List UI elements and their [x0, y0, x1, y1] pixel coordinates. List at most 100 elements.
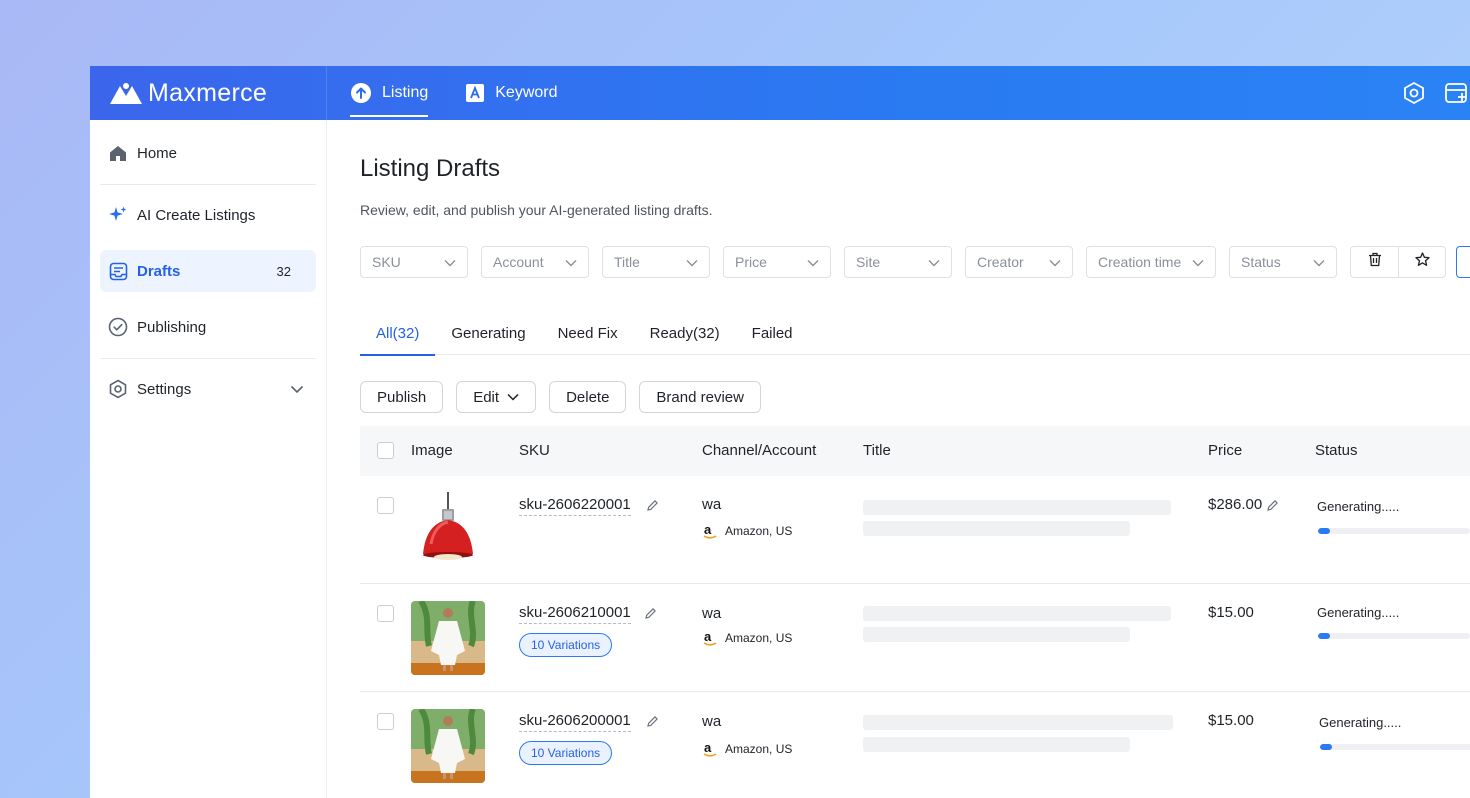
status-text: Generating.....	[1317, 605, 1400, 620]
edit-pencil-icon[interactable]	[646, 499, 659, 512]
product-image	[411, 709, 485, 783]
table-row[interactable]: sku-2606200001 10 Variations wa a Amazon…	[360, 692, 1470, 798]
tab-all[interactable]: All(32)	[360, 325, 436, 356]
channel-label: Amazon, US	[725, 742, 793, 756]
title-loading-skeleton	[863, 627, 1130, 642]
filter-site[interactable]: Site	[844, 246, 952, 278]
filter-label: Creation time	[1098, 254, 1182, 270]
brand-logo[interactable]: Maxmerce	[90, 66, 327, 120]
progress-fill	[1318, 528, 1331, 534]
select-all-checkbox[interactable]	[377, 442, 394, 459]
publish-button[interactable]: Publish	[360, 381, 444, 413]
title-loading-skeleton	[863, 500, 1171, 515]
trash-icon	[1368, 252, 1382, 272]
table-row[interactable]: sku-2606210001 10 Variations wa a Amazon…	[360, 584, 1470, 692]
filter-creation-time[interactable]: Creation time	[1086, 246, 1216, 278]
channel-info: a Amazon, US	[702, 523, 792, 539]
edit-label: Edit	[473, 388, 500, 406]
sku-link[interactable]: sku-2606210001	[519, 604, 631, 624]
filter-label: Price	[735, 254, 767, 270]
top-bar: Maxmerce Listing Keyword	[90, 66, 1470, 120]
title-loading-skeleton	[863, 521, 1130, 536]
keyword-icon	[465, 83, 485, 103]
sidebar-item-label: Publishing	[137, 318, 207, 336]
account-name: wa	[702, 605, 722, 622]
row-checkbox[interactable]	[377, 605, 394, 622]
chevron-down-icon[interactable]	[290, 385, 304, 394]
edit-dropdown-button[interactable]: Edit	[456, 381, 537, 413]
filter-sku[interactable]: SKU	[360, 246, 468, 278]
variations-badge[interactable]: 10 Variations	[519, 741, 613, 765]
generation-progress-bar	[1318, 528, 1470, 534]
settings-hex-icon[interactable]	[1402, 81, 1426, 105]
progress-fill	[1320, 744, 1333, 750]
filter-creator[interactable]: Creator	[965, 246, 1073, 278]
sidebar-item-drafts[interactable]: Drafts 32	[100, 250, 316, 292]
generation-progress-bar	[1320, 744, 1470, 750]
chevron-down-icon	[1192, 254, 1204, 270]
sidebar-item-label: AI Create Listings	[137, 206, 256, 224]
drafts-table: Image SKU Channel/Account Title Price St…	[360, 426, 1470, 798]
chevron-down-icon	[507, 393, 519, 401]
sidebar-item-label: Drafts	[137, 262, 181, 280]
chevron-down-icon	[1313, 254, 1325, 270]
upload-circle-icon	[350, 82, 372, 104]
variations-badge[interactable]: 10 Variations	[519, 633, 613, 657]
drafts-icon	[108, 261, 128, 281]
sku-link[interactable]: sku-2606200001	[519, 712, 631, 732]
page-subtitle: Review, edit, and publish your AI-genera…	[360, 202, 713, 218]
table-row[interactable]: sku-2606220001 wa a Amazon, US $286.00 G…	[360, 476, 1470, 584]
row-checkbox[interactable]	[377, 713, 394, 730]
add-store-icon[interactable]	[1444, 81, 1470, 105]
amazon-icon: a	[702, 741, 718, 757]
product-image	[411, 492, 485, 566]
filter-bar: SKU Account Title Price Site Creator Cre…	[360, 246, 1446, 278]
gear-icon	[108, 379, 128, 399]
sidebar-item-publishing[interactable]: Publishing	[100, 306, 316, 348]
title-loading-skeleton	[863, 606, 1171, 621]
product-image	[411, 601, 485, 675]
bulk-actions: Publish Edit Delete Brand review	[360, 381, 774, 413]
row-checkbox[interactable]	[377, 497, 394, 514]
chevron-down-icon	[686, 254, 698, 270]
brand-review-button[interactable]: Brand review	[639, 381, 761, 413]
clear-filters-button[interactable]	[1351, 247, 1398, 277]
account-name: wa	[702, 496, 722, 513]
top-right-tools	[1384, 66, 1470, 120]
sidebar-item-ai-create[interactable]: AI Create Listings	[100, 194, 316, 236]
top-nav: Listing Keyword	[350, 66, 595, 120]
tab-keyword[interactable]: Keyword	[465, 66, 558, 120]
channel-label: Amazon, US	[725, 524, 793, 538]
tab-ready[interactable]: Ready(32)	[634, 325, 736, 355]
sku-link[interactable]: sku-2606220001	[519, 496, 631, 516]
tab-generating[interactable]: Generating	[435, 325, 541, 355]
price-value: $15.00	[1208, 604, 1254, 621]
drafts-count: 32	[276, 263, 291, 279]
edit-pencil-icon[interactable]	[646, 715, 659, 728]
progress-fill	[1318, 633, 1331, 639]
filter-price[interactable]: Price	[723, 246, 831, 278]
delete-button[interactable]: Delete	[549, 381, 627, 413]
more-filters-button[interactable]	[1456, 246, 1470, 278]
filter-account[interactable]: Account	[481, 246, 589, 278]
white-beach-coverup-image	[411, 709, 485, 783]
filter-label: SKU	[372, 254, 401, 270]
tab-listing-label: Listing	[382, 84, 429, 101]
sparkle-icon	[108, 205, 128, 225]
filter-status[interactable]: Status	[1229, 246, 1337, 278]
filter-label: Site	[856, 254, 881, 270]
filter-title[interactable]: Title	[602, 246, 710, 278]
edit-pencil-icon[interactable]	[1266, 499, 1279, 512]
column-sku: SKU	[519, 442, 550, 459]
tab-failed[interactable]: Failed	[736, 325, 809, 355]
favorite-filters-button[interactable]	[1398, 247, 1445, 277]
edit-pencil-icon[interactable]	[644, 607, 657, 620]
sidebar-item-label: Home	[137, 144, 178, 162]
sidebar-item-settings[interactable]: Settings	[100, 368, 316, 410]
red-pendant-lamp-image	[423, 492, 473, 560]
tab-need-fix[interactable]: Need Fix	[542, 325, 634, 355]
price-value: $286.00	[1208, 496, 1263, 513]
tab-listing[interactable]: Listing	[350, 66, 429, 120]
sidebar-item-home[interactable]: Home	[100, 132, 316, 174]
star-icon	[1414, 252, 1430, 272]
